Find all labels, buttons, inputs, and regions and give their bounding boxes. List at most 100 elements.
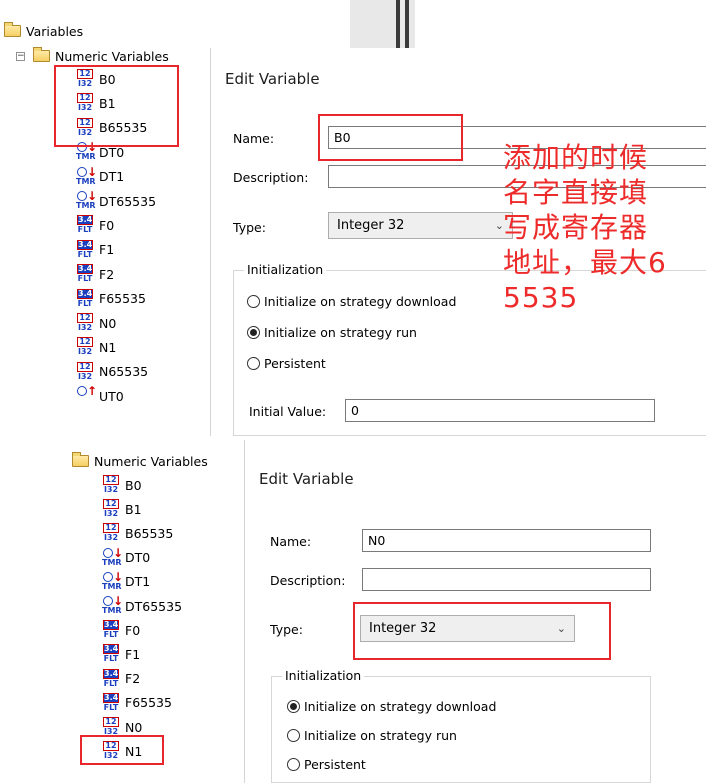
- annotation-line: 地址，最大6: [503, 246, 667, 279]
- radio-label: Initialize on strategy download: [264, 294, 457, 309]
- tree-item-label: F1: [99, 242, 115, 258]
- tree-item[interactable]: 12 I32 N65535: [76, 361, 148, 383]
- tree-item-label: F0: [99, 217, 115, 233]
- tree-item-label: N0: [125, 719, 143, 735]
- splitter-line: [396, 0, 400, 48]
- annotation-line: 添加的时候: [503, 141, 649, 174]
- integer-32-icon: 12 I32: [103, 475, 119, 494]
- radio-label: Persistent: [264, 356, 326, 371]
- type-label: Type:: [270, 622, 303, 637]
- name-label: Name:: [233, 131, 275, 146]
- type-select-value: Integer 32: [337, 218, 405, 233]
- integer-32-icon: 12 I32: [103, 523, 119, 543]
- tree-item-label: DT0: [125, 550, 151, 566]
- tree-folder-numeric-variables[interactable]: − Numeric Variables: [16, 45, 169, 67]
- type-label: Type:: [233, 220, 266, 235]
- radio-initialize-run[interactable]: Initialize on strategy run: [287, 728, 457, 743]
- tree-root-label: Variables: [26, 23, 84, 39]
- integer-32-icon: 12 I32: [103, 717, 119, 736]
- radio-initialize-run[interactable]: Initialize on strategy run: [247, 325, 417, 340]
- timer-icon: ↓ TMR: [102, 594, 124, 615]
- tree-item[interactable]: ↓ TMR DT1: [102, 569, 150, 593]
- tree-item[interactable]: 3.4 FLT F1: [102, 643, 140, 665]
- tree-item-label: F2: [125, 671, 141, 687]
- radio-button[interactable]: [287, 729, 300, 742]
- radio-persistent[interactable]: Persistent: [247, 356, 326, 371]
- radio-button[interactable]: [287, 758, 300, 771]
- float-icon: 3.4 FLT: [77, 264, 93, 284]
- tree-folder-numeric-variables[interactable]: Numeric Variables: [72, 450, 208, 472]
- tree-item-label: B0: [125, 477, 142, 493]
- tree-item[interactable]: 3.4 FLT F0: [102, 619, 140, 641]
- radio-button[interactable]: [287, 700, 300, 713]
- tree-item-label: B1: [125, 501, 142, 517]
- tree-item[interactable]: 3.4 FLT F0: [76, 214, 114, 236]
- tree-item-label: UT0: [99, 388, 124, 404]
- integer-32-icon: 12 I32: [103, 499, 119, 519]
- annotation-text: 添加的时候 名字直接填 写成寄存器 地址，最大6 5535: [503, 140, 703, 315]
- timer-icon: ↓ TMR: [102, 545, 124, 567]
- highlight-box: [54, 65, 179, 147]
- tree-item-label: N65535: [99, 364, 149, 380]
- name-field[interactable]: N0: [362, 529, 651, 552]
- tree-item[interactable]: 12 I32 N0: [76, 312, 116, 334]
- tree-root-variables[interactable]: Variables: [4, 20, 83, 42]
- radio-persistent[interactable]: Persistent: [287, 757, 366, 772]
- folder-icon: [4, 22, 21, 37]
- description-label: Description:: [233, 170, 309, 185]
- initial-value-field[interactable]: 0: [345, 399, 655, 422]
- tree-item[interactable]: 3.4 FLT F2: [102, 668, 140, 690]
- float-icon: 3.4 FLT: [77, 215, 93, 235]
- tree-item[interactable]: ↓ TMR DT65535: [76, 189, 157, 212]
- top-screenshot: Variables − Numeric Variables 12 I32 B0 12 I…: [0, 0, 706, 436]
- radio-button[interactable]: [247, 326, 260, 339]
- tree-item[interactable]: 3.4 FLT F65535: [76, 288, 146, 310]
- tree-item[interactable]: 12 I32 N1: [76, 336, 116, 358]
- tree-item-label: F65535: [99, 291, 146, 307]
- tree-item-label: F0: [125, 622, 141, 638]
- bottom-screenshot: Numeric Variables 12 I32 B0 12 I32 B1 12 I32 B65…: [0, 436, 706, 783]
- tree-item[interactable]: ↑ UT0: [76, 384, 124, 407]
- float-icon: 3.4 FLT: [77, 288, 93, 308]
- folder-icon: [33, 47, 50, 62]
- tree-item[interactable]: ↓ TMR DT0: [102, 545, 151, 569]
- tree-item-label: N1: [99, 339, 117, 355]
- integer-32-icon: 12 I32: [77, 337, 93, 357]
- radio-button[interactable]: [247, 295, 260, 308]
- tree-item[interactable]: 3.4 FLT F1: [76, 239, 114, 261]
- float-icon: 3.4 FLT: [77, 239, 93, 259]
- radio-label: Persistent: [304, 757, 366, 772]
- up-timer-icon: ↑: [76, 384, 97, 406]
- highlight-box: [80, 735, 164, 765]
- type-select[interactable]: Integer 32 ⌄: [328, 212, 513, 239]
- tree-item-label: DT65535: [99, 193, 157, 209]
- tree-item[interactable]: ↓ TMR DT65535: [102, 594, 182, 617]
- radio-label: Initialize on strategy download: [304, 699, 497, 714]
- float-icon: 3.4 FLT: [103, 644, 119, 664]
- radio-initialize-download[interactable]: Initialize on strategy download: [247, 294, 456, 309]
- highlight-box: [318, 114, 463, 161]
- initial-value-label: Initial Value:: [249, 404, 327, 419]
- radio-label: Initialize on strategy run: [304, 728, 457, 743]
- integer-32-icon: 12 I32: [77, 361, 93, 381]
- tree-item[interactable]: 12 I32 B0: [102, 474, 142, 496]
- description-label: Description:: [270, 573, 346, 588]
- tree-item[interactable]: 3.4 FLT F65535: [102, 692, 172, 714]
- initialization-group-title: Initialization: [244, 262, 327, 277]
- dialog-title: Edit Variable: [259, 470, 354, 488]
- tree-item-label: DT1: [99, 169, 125, 185]
- tree-item-label: F65535: [125, 695, 172, 711]
- initialization-group-title: Initialization: [282, 668, 365, 683]
- collapse-icon[interactable]: −: [16, 51, 25, 61]
- tree-item[interactable]: 12 I32 B65535: [102, 522, 173, 544]
- radio-initialize-download[interactable]: Initialize on strategy download: [287, 699, 496, 714]
- description-field[interactable]: [362, 568, 651, 591]
- radio-button[interactable]: [247, 357, 260, 370]
- tree-item-label: B65535: [125, 525, 174, 541]
- tree-item-label: F2: [99, 266, 115, 282]
- timer-icon: ↓ TMR: [102, 569, 124, 591]
- tree-item[interactable]: ↓ TMR DT1: [76, 165, 125, 188]
- tree-item[interactable]: 3.4 FLT F2: [76, 263, 114, 285]
- tree-item[interactable]: 12 I32 B1: [102, 498, 142, 520]
- integer-32-icon: 12 I32: [77, 313, 93, 332]
